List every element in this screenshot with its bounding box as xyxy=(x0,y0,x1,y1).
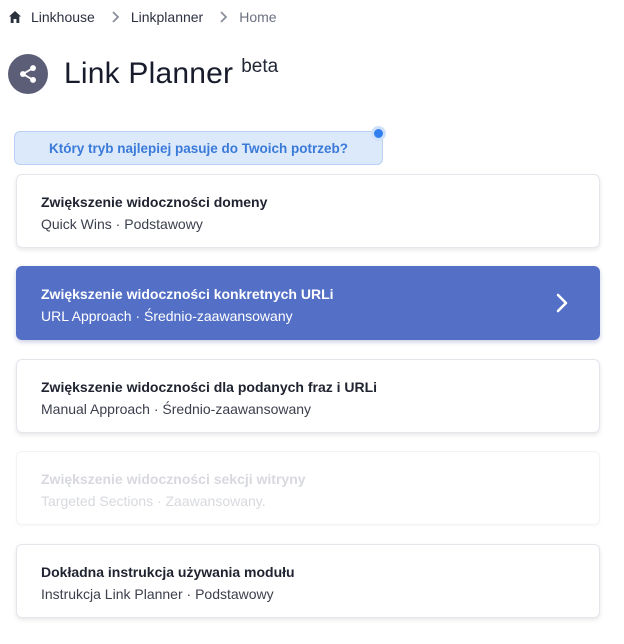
page-header: Link Planner beta xyxy=(8,52,278,96)
option-card-instructions[interactable]: Dokładna instrukcja używania modułu Inst… xyxy=(16,544,600,618)
option-title: Dokładna instrukcja używania modułu xyxy=(41,564,295,580)
option-subtitle: Instrukcja Link Planner · Podstawowy xyxy=(41,586,274,602)
breadcrumb-item-linkhouse[interactable]: Linkhouse xyxy=(31,9,95,25)
option-subtitle: Manual Approach · Średnio-zaawansowany xyxy=(41,401,312,417)
option-subtitle: URL Approach · Średnio-zaawansowany xyxy=(41,308,293,324)
option-title: Zwiększenie widoczności dla podanych fra… xyxy=(41,379,378,395)
beta-badge: beta xyxy=(241,56,279,77)
option-subtitle: Quick Wins · Podstawowy xyxy=(41,216,203,232)
option-title: Zwiększenie widoczności konkretnych URLi xyxy=(41,286,334,302)
chevron-right-icon xyxy=(220,11,228,23)
breadcrumb: Linkhouse Linkplanner Home xyxy=(8,8,277,26)
mode-question-label: Który tryb najlepiej pasuje do Twoich po… xyxy=(14,131,383,165)
option-card-targeted-sections: Zwiększenie widoczności sekcji witryny T… xyxy=(16,451,600,525)
option-subtitle: Targeted Sections · Zaawansowany. xyxy=(41,493,266,509)
breadcrumb-item-linkplanner[interactable]: Linkplanner xyxy=(131,9,203,25)
option-card-quick-wins[interactable]: Zwiększenie widoczności domeny Quick Win… xyxy=(16,174,600,248)
option-card-manual-approach[interactable]: Zwiększenie widoczności dla podanych fra… xyxy=(16,359,600,433)
notification-dot-icon xyxy=(371,126,386,141)
breadcrumb-item-home: Home xyxy=(239,9,277,25)
option-card-url-approach[interactable]: Zwiększenie widoczności konkretnych URLi… xyxy=(16,266,600,340)
chevron-right-icon xyxy=(112,11,120,23)
share-icon xyxy=(8,54,48,94)
page-title: Link Planner xyxy=(64,57,234,90)
option-title: Zwiększenie widoczności domeny xyxy=(41,194,268,210)
option-title: Zwiększenie widoczności sekcji witryny xyxy=(41,471,306,487)
home-icon[interactable] xyxy=(8,10,22,24)
chevron-right-icon xyxy=(556,293,568,313)
